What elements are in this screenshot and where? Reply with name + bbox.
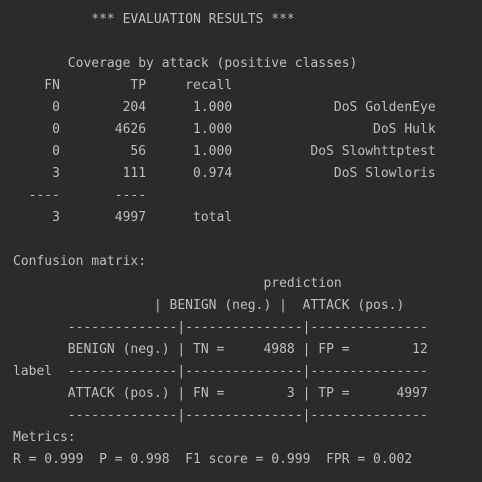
matrix-header-row: | BENIGN (neg.) | ATTACK (pos.): [13, 298, 405, 313]
results-heading: *** EVALUATION RESULTS ***: [13, 12, 295, 27]
matrix-separator: --------------|---------------|---------…: [13, 408, 428, 423]
coverage-row-slowhttptest: 0 56 1.000 DoS Slowhttptest: [13, 144, 436, 159]
console-text: *** EVALUATION RESULTS *** Coverage by a…: [13, 9, 436, 471]
matrix-label-separator: label --------------|---------------|---…: [13, 364, 428, 379]
coverage-row-goldeneye: 0 204 1.000 DoS GoldenEye: [13, 100, 436, 115]
matrix-separator: --------------|---------------|---------…: [13, 320, 428, 335]
matrix-row-attack: ATTACK (pos.) | FN = 3 | TP = 4997: [13, 386, 428, 401]
metrics-title: Metrics:: [13, 430, 76, 445]
coverage-header-row: FN TP recall: [13, 78, 233, 93]
terminal-output-panel[interactable]: *** EVALUATION RESULTS *** Coverage by a…: [0, 0, 482, 482]
coverage-row-hulk: 0 4626 1.000 DoS Hulk: [13, 122, 436, 137]
coverage-separator: ---- ----: [13, 188, 147, 203]
coverage-row-slowloris: 3 111 0.974 DoS Slowloris: [13, 166, 436, 181]
prediction-label: prediction: [13, 276, 342, 291]
coverage-total-row: 3 4997 total: [13, 210, 233, 225]
metrics-values: R = 0.999 P = 0.998 F1 score = 0.999 FPR…: [13, 452, 413, 467]
confusion-matrix-title: Confusion matrix:: [13, 254, 147, 269]
matrix-row-benign: BENIGN (neg.) | TN = 4988 | FP = 12: [13, 342, 428, 357]
coverage-title: Coverage by attack (positive classes): [13, 56, 358, 71]
